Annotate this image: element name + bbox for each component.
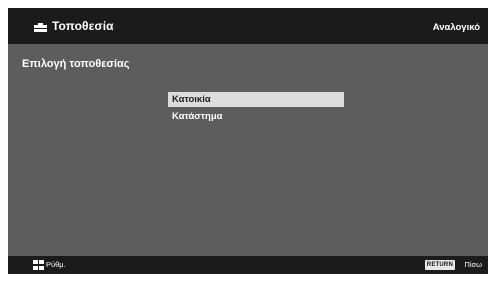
option-store[interactable]: Κατάστημα: [168, 109, 344, 124]
tv-settings-screen: Τοποθεσία Αναλογικό Επιλογή τοποθεσίας Κ…: [8, 8, 488, 274]
return-key-badge: RETURN: [424, 260, 455, 270]
options-label: Ρύθμ.: [46, 260, 66, 269]
input-mode-label: Αναλογικό: [432, 22, 480, 33]
toolbox-icon: [34, 23, 47, 32]
options-icon: [33, 260, 44, 270]
return-label: Πίσω: [464, 260, 482, 269]
footer-bar: Ρύθμ. RETURN Πίσω: [8, 256, 488, 274]
option-home[interactable]: Κατοικία: [168, 92, 344, 107]
return-button[interactable]: RETURN Πίσω: [412, 260, 482, 270]
section-title: Επιλογή τοποθεσίας: [22, 58, 130, 70]
header-bar: Τοποθεσία Αναλογικό: [8, 8, 488, 44]
header-title: Τοποθεσία: [52, 19, 114, 33]
location-option-list: Κατοικία Κατάστημα: [168, 92, 344, 124]
